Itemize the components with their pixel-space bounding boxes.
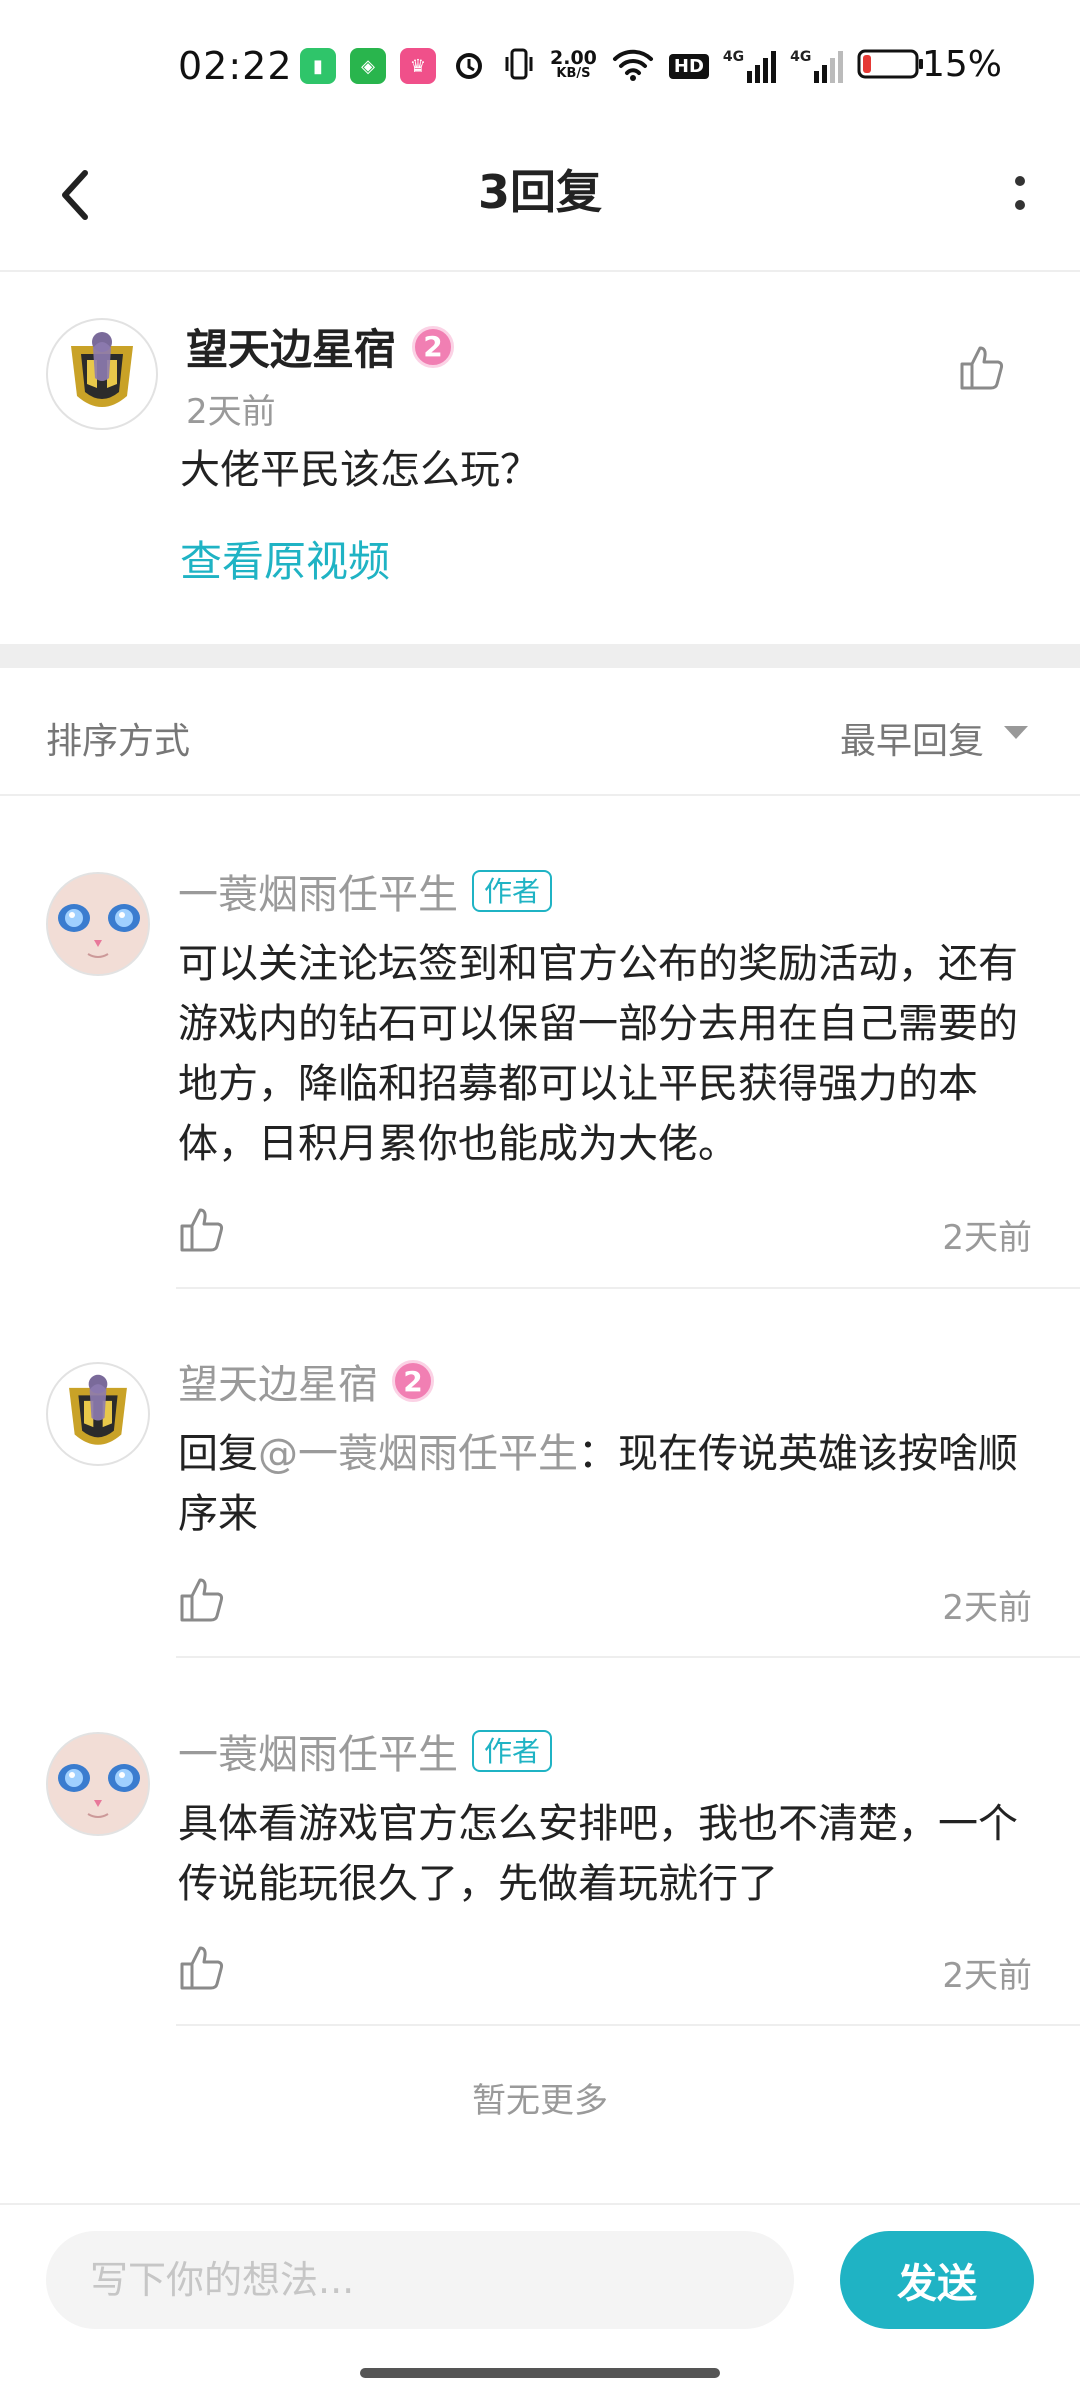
reply-time: 2天前 xyxy=(942,1218,1032,1258)
send-button[interactable]: 发送 xyxy=(840,2231,1034,2329)
reply-author-row: 望天边星宿 2 xyxy=(178,1352,434,1410)
thumbs-up-icon xyxy=(180,1946,224,1990)
sort-row: 排序方式 最早回复 xyxy=(0,668,1080,796)
reply-text: 回复@一蓑烟雨任平生：现在传说英雄该按啥顺序来 xyxy=(178,1424,1038,1544)
crest-avatar-icon xyxy=(69,1374,127,1445)
reply-text: 具体看游戏官方怎么安排吧，我也不清楚，一个传说能玩很久了，先做着玩就行了 xyxy=(178,1801,1018,1907)
reply-time: 2天前 xyxy=(942,1588,1032,1628)
comment-text: 大佬平民该怎么玩？ xyxy=(180,447,540,493)
avatar[interactable] xyxy=(46,318,158,430)
reply-author-row: 一蓑烟雨任平生 作者 xyxy=(178,862,553,920)
net-speed: 2.00 KB/S xyxy=(550,47,597,82)
alarm-icon xyxy=(450,45,488,87)
home-indicator[interactable] xyxy=(360,2368,720,2378)
cat-avatar-icon xyxy=(48,874,148,974)
more-button[interactable] xyxy=(990,160,1050,230)
status-bar: 02:22 ▮ ◈ ♛ 2.00 KB/S HD 4G 4G 15% xyxy=(0,0,1080,130)
author-tag: 作者 xyxy=(472,870,553,912)
comment-time: 2天前 xyxy=(186,392,276,432)
like-button[interactable] xyxy=(178,1944,226,1996)
reply-time: 2天前 xyxy=(942,1956,1032,1996)
thumbs-up-icon xyxy=(960,346,1004,390)
app-notification-icon: ♛ xyxy=(400,48,436,84)
avatar[interactable] xyxy=(46,872,150,976)
original-author-row: 望天边星宿 2 xyxy=(186,316,455,377)
username[interactable]: 一蓑烟雨任平生 xyxy=(178,1722,458,1780)
divider xyxy=(176,1287,1080,1289)
hd-icon: HD xyxy=(668,53,709,79)
like-button[interactable] xyxy=(178,1206,226,1258)
thumbs-up-icon xyxy=(180,1208,224,1252)
username[interactable]: 一蓑烟雨任平生 xyxy=(178,862,458,920)
app-notification-icon: ◈ xyxy=(350,48,386,84)
page-title: 3回复 xyxy=(477,165,602,219)
app-notification-icon: ▮ xyxy=(300,48,336,84)
section-divider xyxy=(0,644,1080,668)
battery-percent: 15% xyxy=(921,44,1002,85)
view-original-video-link[interactable]: 查看原视频 xyxy=(180,528,390,589)
cat-avatar-icon xyxy=(48,1734,148,1834)
divider xyxy=(176,2024,1080,2026)
crest-avatar-icon xyxy=(71,332,133,407)
reply-text: 可以关注论坛签到和官方公布的奖励活动，还有游戏内的钻石可以保留一部分去用在自己需… xyxy=(178,941,1018,1167)
comment-input-bar: 发送 xyxy=(0,2203,1080,2355)
sort-dropdown[interactable]: 最早回复 xyxy=(840,712,984,764)
caret-down-icon[interactable] xyxy=(1004,726,1028,739)
vibrate-icon xyxy=(502,45,536,87)
username[interactable]: 望天边星宿 xyxy=(186,316,396,377)
status-time: 02:22 xyxy=(178,44,293,88)
avatar[interactable] xyxy=(46,1732,150,1836)
avatar[interactable] xyxy=(46,1362,150,1466)
status-icons: ▮ ◈ ♛ 2.00 KB/S HD 4G 4G xyxy=(300,44,925,88)
username[interactable]: 望天边星宿 xyxy=(178,1352,378,1410)
reply-author-row: 一蓑烟雨任平生 作者 xyxy=(178,1722,553,1780)
no-more-text: 暂无更多 xyxy=(472,2081,608,2121)
more-vertical-icon xyxy=(1015,176,1025,210)
sort-label: 排序方式 xyxy=(46,721,191,762)
signal-icon: 4G xyxy=(723,49,777,83)
like-button[interactable] xyxy=(958,344,1006,396)
mention-link[interactable]: @一蓑烟雨任平生 xyxy=(258,1431,578,1477)
level-badge: 2 xyxy=(392,1360,434,1402)
reply-prefix: 回复 xyxy=(178,1431,258,1477)
author-tag: 作者 xyxy=(472,1730,553,1772)
comment-input[interactable] xyxy=(46,2231,794,2329)
level-badge: 2 xyxy=(412,325,455,368)
wifi-icon xyxy=(611,45,655,87)
like-button[interactable] xyxy=(178,1576,226,1628)
signal-icon: 4G xyxy=(790,49,844,83)
header: 3回复 xyxy=(0,130,1080,272)
battery-icon xyxy=(857,47,925,85)
divider xyxy=(176,1656,1080,1658)
thumbs-up-icon xyxy=(180,1578,224,1622)
